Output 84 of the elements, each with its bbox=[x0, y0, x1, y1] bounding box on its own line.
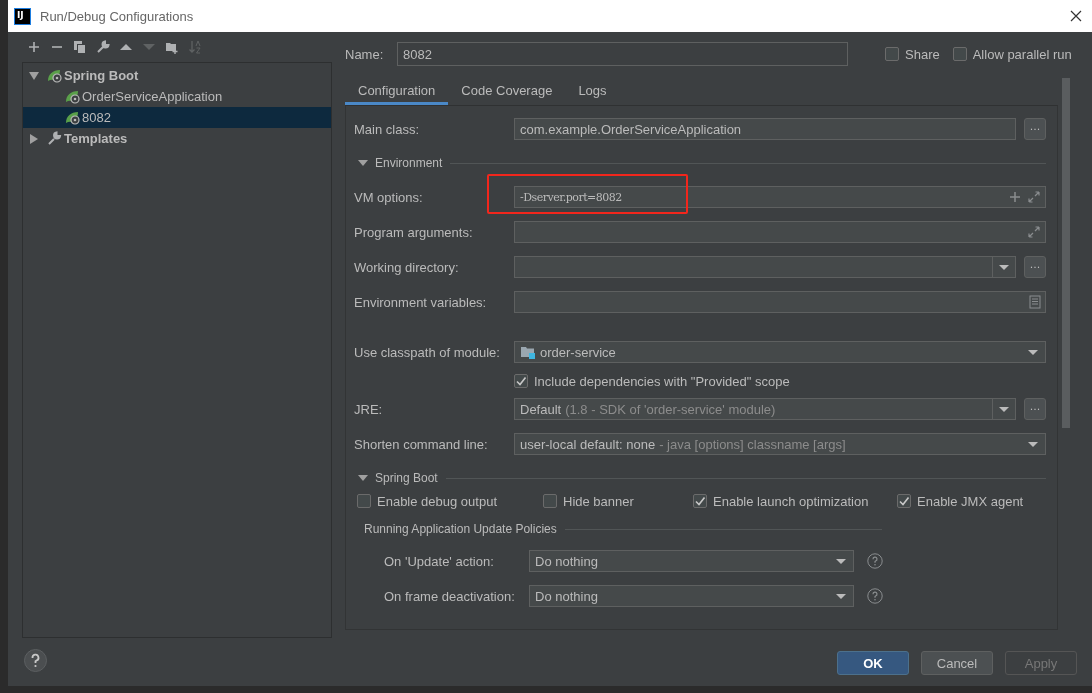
close-icon[interactable] bbox=[1070, 10, 1082, 22]
copy-icon[interactable] bbox=[73, 40, 87, 54]
module-folder-icon bbox=[520, 345, 536, 359]
dialog-button[interactable]: Cancel bbox=[921, 651, 993, 675]
detail-text: - java [options] classname [args] bbox=[659, 436, 846, 452]
add-icon[interactable] bbox=[27, 40, 41, 54]
combo-box[interactable]: Do nothing bbox=[529, 550, 854, 572]
caret-icon bbox=[998, 404, 1010, 414]
tab[interactable]: Logs bbox=[565, 78, 620, 105]
section-title: Environment bbox=[375, 156, 443, 170]
checkbox-label: Allow parallel run bbox=[972, 46, 1072, 62]
checkbox-label: Enable debug output bbox=[377, 493, 497, 509]
checkbox[interactable] bbox=[514, 374, 528, 388]
field-label: On 'Update' action: bbox=[384, 553, 495, 569]
field-label: On frame deactivation: bbox=[384, 588, 516, 604]
section-title: Spring Boot bbox=[375, 471, 438, 485]
help-icon[interactable] bbox=[867, 588, 883, 604]
detail-text: (1.8 - SDK of 'order-service' module) bbox=[565, 401, 776, 417]
text-field[interactable]: com.example.OrderServiceApplication bbox=[514, 118, 1016, 140]
field-label: Use classpath of module: bbox=[354, 344, 501, 360]
browse-button[interactable]: ... bbox=[1024, 398, 1046, 420]
caret-icon bbox=[1027, 347, 1039, 357]
value-text: user-local default: none bbox=[520, 436, 656, 452]
plus-icon[interactable] bbox=[1009, 191, 1021, 203]
checkbox-label: Hide banner bbox=[563, 493, 634, 509]
combo-box[interactable]: order-service bbox=[514, 341, 1046, 363]
checkbox[interactable] bbox=[357, 494, 371, 508]
field-label: JRE: bbox=[354, 401, 384, 417]
caret-icon bbox=[835, 591, 847, 601]
browse-button[interactable]: ... bbox=[1024, 118, 1046, 140]
wrench-icon[interactable] bbox=[96, 40, 110, 54]
text-field[interactable] bbox=[514, 221, 1046, 243]
expand-icon[interactable] bbox=[1027, 225, 1041, 239]
checkbox-label: Include dependencies with "Provided" scope bbox=[534, 373, 790, 389]
tab[interactable]: Code Coverage bbox=[448, 78, 566, 105]
caret-icon bbox=[998, 262, 1010, 272]
group-title: Running Application Update Policies bbox=[364, 522, 557, 536]
expand-arrow-icon[interactable] bbox=[29, 133, 39, 144]
field-label: Program arguments: bbox=[354, 224, 474, 240]
ok-button[interactable]: OK bbox=[837, 651, 909, 675]
caret-icon bbox=[835, 556, 847, 566]
field-label: Working directory: bbox=[354, 259, 460, 275]
collapse-arrow-icon[interactable] bbox=[358, 473, 368, 483]
leaf-icon bbox=[65, 110, 80, 125]
scrollbar[interactable] bbox=[1062, 78, 1070, 428]
help-icon[interactable] bbox=[867, 553, 883, 569]
field-label: Name: bbox=[345, 46, 385, 62]
app-logo: IJ bbox=[14, 7, 31, 25]
checkbox[interactable] bbox=[897, 494, 911, 508]
tree-item[interactable]: 8082 bbox=[23, 107, 331, 128]
checkbox[interactable] bbox=[543, 494, 557, 508]
checkbox-label: Enable JMX agent bbox=[917, 493, 1024, 509]
expand-icon[interactable] bbox=[1027, 190, 1041, 204]
leaf-icon bbox=[65, 89, 80, 104]
help-icon[interactable] bbox=[24, 649, 47, 672]
text-field[interactable] bbox=[514, 291, 1046, 313]
field-label: VM options: bbox=[354, 189, 424, 205]
value-text: Default bbox=[520, 401, 562, 417]
text-field[interactable]: -Dserver.port=8082 bbox=[514, 186, 1046, 208]
wrench-icon bbox=[47, 131, 62, 146]
tree-item[interactable]: Spring Boot bbox=[23, 65, 331, 86]
checkbox[interactable] bbox=[693, 494, 707, 508]
collapse-arrow-icon[interactable] bbox=[29, 70, 39, 81]
browse-button[interactable]: ... bbox=[1024, 256, 1046, 278]
leaf-icon bbox=[47, 68, 62, 83]
field-label: Environment variables: bbox=[354, 294, 488, 310]
tree-item[interactable]: Templates bbox=[23, 128, 331, 149]
tab[interactable]: Configuration bbox=[345, 78, 449, 105]
tree-item[interactable]: OrderServiceApplication bbox=[23, 86, 331, 107]
checkbox-label: Enable launch optimization bbox=[713, 493, 869, 509]
combo-box[interactable]: Do nothing bbox=[529, 585, 854, 607]
checkbox-label: Share bbox=[905, 46, 940, 62]
name-field[interactable]: 8082 bbox=[397, 42, 848, 66]
field-label: Main class: bbox=[354, 121, 421, 137]
checkbox[interactable] bbox=[885, 47, 899, 61]
collapse-arrow-icon[interactable] bbox=[358, 158, 368, 168]
combo-box[interactable]: Default (1.8 - SDK of 'order-service' module) bbox=[514, 398, 1016, 420]
document-icon[interactable] bbox=[1029, 295, 1041, 309]
folder-icon[interactable] bbox=[165, 40, 179, 54]
checkbox[interactable] bbox=[952, 47, 967, 61]
combo-box[interactable]: user-local default: none - java [options] classname [args] bbox=[514, 433, 1046, 455]
caret-icon bbox=[1027, 439, 1039, 449]
field-label: Shorten command line: bbox=[354, 436, 489, 452]
window-title: Run/Debug Configurations bbox=[40, 8, 194, 24]
